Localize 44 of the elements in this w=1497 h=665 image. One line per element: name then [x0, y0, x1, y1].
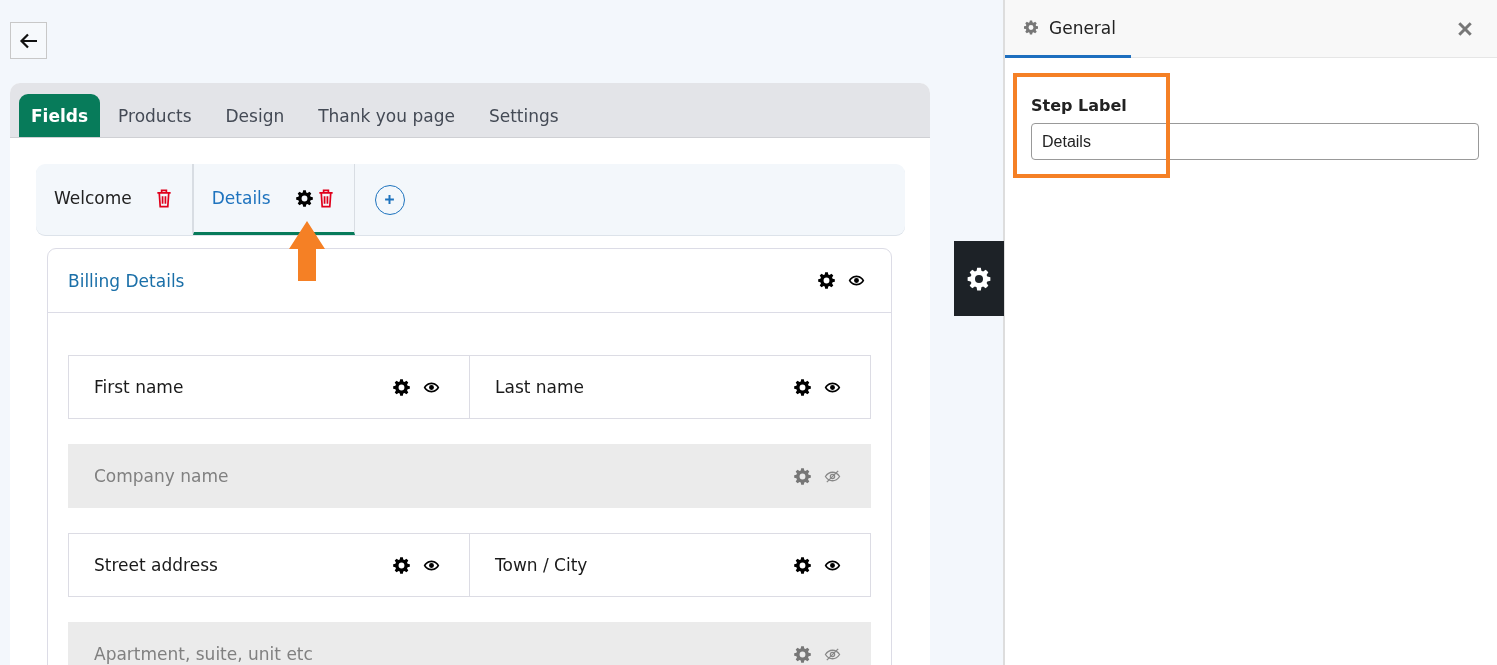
eye-slash-icon[interactable]: [824, 647, 841, 661]
tab-label[interactable]: General: [1049, 17, 1116, 38]
settings-icon[interactable]: [392, 555, 411, 575]
tab[interactable]: Settings: [472, 94, 575, 137]
tab[interactable]: Products: [102, 94, 208, 137]
tab[interactable]: Design: [209, 94, 301, 137]
form-field-row[interactable]: Street address: [68, 533, 470, 597]
form-field-row[interactable]: Last name: [470, 355, 871, 419]
trash-icon[interactable]: [155, 188, 172, 208]
field-label: First name: [94, 377, 184, 397]
close-icon: [1457, 20, 1473, 37]
field-label: Town / City: [495, 555, 588, 575]
settings-icon[interactable]: [793, 377, 812, 397]
eye-slash-icon[interactable]: [824, 469, 841, 483]
field-label: Step Label: [1031, 96, 1128, 115]
eye-icon[interactable]: [848, 274, 865, 287]
back-button[interactable]: [10, 22, 47, 59]
settings-icon[interactable]: [817, 271, 836, 290]
step-label-input[interactable]: Details: [1031, 123, 1479, 160]
eye-icon[interactable]: [423, 558, 440, 572]
close-button[interactable]: [1457, 20, 1473, 37]
form-field-row[interactable]: Town / City: [470, 533, 871, 597]
settings-icon[interactable]: [793, 555, 812, 575]
plus-icon: [384, 194, 396, 205]
step-label[interactable]: Details: [211, 188, 271, 208]
field-label: Apartment, suite, unit etc: [94, 644, 313, 664]
eye-icon[interactable]: [824, 380, 841, 394]
form-field-row[interactable]: First name: [68, 355, 470, 419]
tab[interactable]: Fields: [19, 94, 101, 137]
field-label: Company name: [94, 466, 229, 486]
settings-icon: [966, 265, 992, 292]
settings-icon[interactable]: [294, 188, 314, 208]
eye-icon[interactable]: [824, 558, 841, 572]
field-label: Last name: [495, 377, 585, 397]
step-tab[interactable]: Welcome: [36, 164, 193, 235]
settings-toggle-button[interactable]: [954, 241, 1004, 316]
step-label[interactable]: Welcome: [54, 188, 132, 208]
trash-icon[interactable]: [317, 188, 334, 208]
tab[interactable]: Thank you page: [302, 94, 471, 137]
annotation-arrow: [289, 221, 325, 281]
settings-icon[interactable]: [392, 377, 411, 397]
field-label: Street address: [94, 555, 218, 575]
section-title: Billing Details: [68, 270, 185, 291]
eye-icon[interactable]: [423, 380, 440, 394]
